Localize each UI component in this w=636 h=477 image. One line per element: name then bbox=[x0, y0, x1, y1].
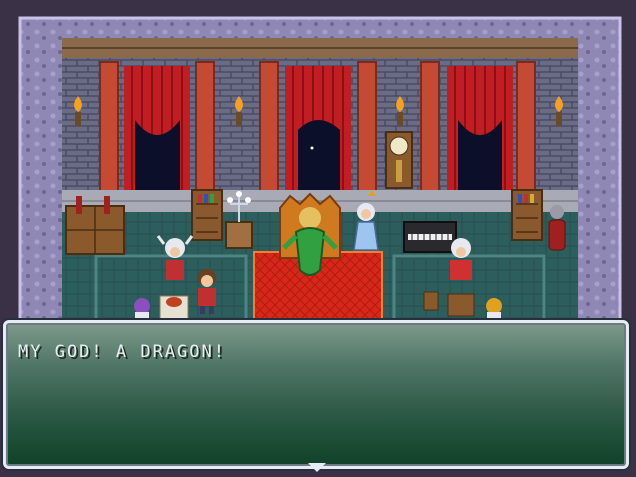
advance-arrow-icon[interactable] bbox=[308, 463, 326, 472]
curtained-window-icon bbox=[447, 66, 513, 190]
curtained-window-icon bbox=[285, 66, 351, 190]
suit-of-armor-icon bbox=[548, 205, 566, 251]
bookshelf-icon bbox=[191, 189, 223, 241]
bookshelf-icon bbox=[511, 189, 543, 241]
piano-icon bbox=[403, 221, 457, 253]
dialog-text: MY GOD! A DRAGON! bbox=[18, 342, 226, 362]
food-table bbox=[159, 295, 189, 321]
curtained-window-icon bbox=[124, 66, 190, 190]
dialog-box[interactable]: MY GOD! A DRAGON! bbox=[3, 320, 629, 472]
grandfather-clock-icon bbox=[385, 131, 413, 189]
